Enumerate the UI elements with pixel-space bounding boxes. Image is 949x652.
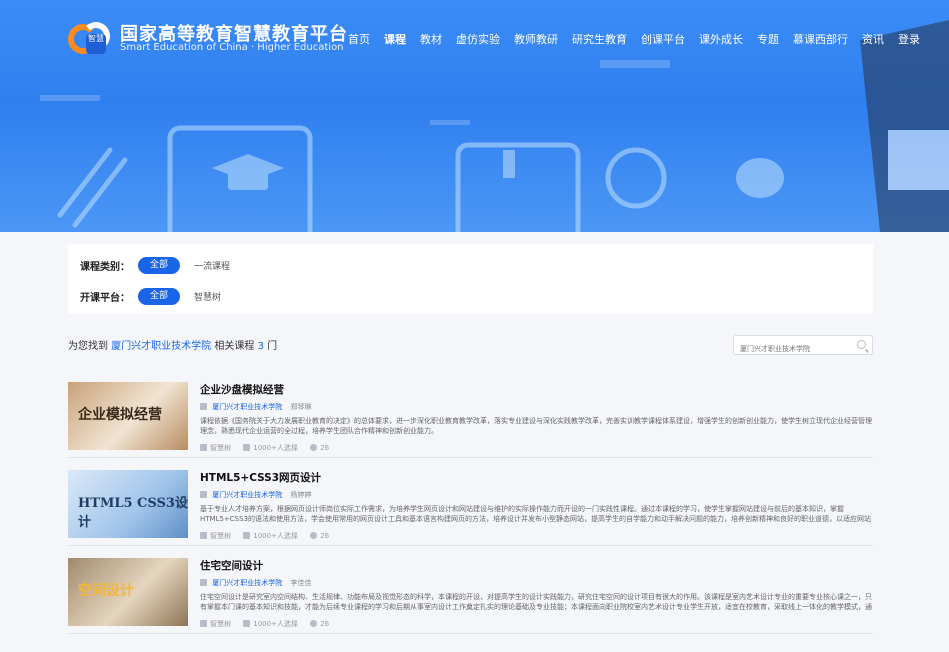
search-icon[interactable]: [857, 340, 866, 349]
platform-icon: [200, 620, 207, 627]
filter-row-category: 课程类别： 全部 一流课程: [80, 255, 230, 275]
nav-item-8[interactable]: 专题: [757, 31, 779, 47]
filter-label-platform: 开课平台：: [80, 292, 130, 304]
course-thumbnail-text: 空间设计: [78, 583, 134, 599]
nav-item-11[interactable]: 登录: [898, 31, 920, 47]
school-icon: [200, 491, 207, 498]
course-school[interactable]: 厦门兴才职业技术学院: [212, 491, 282, 499]
result-summary: 为您找到 厦门兴才职业技术学院 相关课程 3 门: [68, 337, 277, 352]
course-learners: 1000+人选择: [243, 532, 298, 540]
platform-icon: [200, 532, 207, 539]
platform-logo[interactable]: 智慧: [68, 22, 112, 56]
course-meta: 厦门兴才职业技术学院 杨婷婷: [200, 490, 873, 500]
school-icon: [200, 579, 207, 586]
course-learners: 1000+人选择: [243, 444, 298, 452]
filter-row-platform: 开课平台： 全部 智慧树: [80, 286, 221, 306]
course-search-box: [733, 335, 873, 358]
user-icon: [243, 532, 251, 539]
course-lessons: 26: [310, 532, 329, 540]
nav-item-4[interactable]: 教师教研: [514, 31, 558, 47]
hero-banner: 智慧 国家高等教育智慧教育平台 Smart Education of China…: [0, 0, 949, 232]
course-list: 企业模拟经营 企业沙盘模拟经营 厦门兴才职业技术学院 郑琴琳 课程依据《国务院关…: [68, 374, 873, 638]
course-description: 住宅空间设计是研究室内空间结构、生活规律、功能布局及视觉形态的科学，本课程的开设…: [200, 593, 872, 611]
course-platform: 智慧树: [200, 620, 231, 628]
main-nav: 首页 课程 教材 虚仿实验 教师教研 研究生教育 创课平台 课外成长 专题 慕课西部行 资讯 登录: [348, 31, 934, 47]
result-prefix: 为您找到: [68, 341, 108, 352]
course-title[interactable]: HTML5+CSS3网页设计: [200, 470, 873, 485]
nav-item-10[interactable]: 资讯: [862, 31, 884, 47]
lesson-icon: [310, 620, 318, 627]
search-input[interactable]: [734, 340, 846, 358]
course-thumbnail-text: HTML5 CSS3设计: [78, 496, 188, 530]
course-learners: 1000+人选择: [243, 620, 298, 628]
course-thumbnail-text: 企业模拟经营: [78, 407, 162, 423]
user-icon: [243, 444, 251, 451]
course-teacher: 杨婷婷: [290, 491, 312, 499]
nav-item-0[interactable]: 首页: [348, 31, 370, 47]
platform-option-zhihuishu[interactable]: 智慧树: [194, 290, 221, 303]
course-card[interactable]: HTML5 CSS3设计 HTML5+CSS3网页设计 厦门兴才职业技术学院 杨…: [68, 462, 873, 546]
course-thumbnail[interactable]: 企业模拟经营: [68, 382, 188, 450]
lesson-icon: [310, 532, 318, 539]
brand-subtitle: Smart Education of China · Higher Educat…: [120, 42, 344, 53]
course-description: 基于专业人才培养方案，根据网页设计师岗位实际工作需求，为培养学生网页设计和网站建…: [200, 505, 872, 523]
course-platform: 智慧树: [200, 532, 231, 540]
nav-item-9[interactable]: 慕课西部行: [793, 31, 848, 47]
top-navigation-bar: 智慧 国家高等教育智慧教育平台 Smart Education of China…: [0, 0, 949, 72]
course-school[interactable]: 厦门兴才职业技术学院: [212, 579, 282, 587]
lesson-icon: [310, 444, 318, 451]
course-info: 企业沙盘模拟经营 厦门兴才职业技术学院 郑琴琳 课程依据《国务院关于大力发展职业…: [200, 382, 873, 453]
course-stats: 智慧树 1000+人选择 26: [200, 531, 873, 541]
result-school-link[interactable]: 厦门兴才职业技术学院: [111, 341, 211, 352]
nav-item-7[interactable]: 课外成长: [699, 31, 743, 47]
course-thumbnail[interactable]: 空间设计: [68, 558, 188, 626]
nav-item-2[interactable]: 教材: [420, 31, 442, 47]
course-meta: 厦门兴才职业技术学院 李佳佳: [200, 578, 873, 588]
course-school[interactable]: 厦门兴才职业技术学院: [212, 403, 282, 411]
course-meta: 厦门兴才职业技术学院 郑琴琳: [200, 402, 873, 412]
course-lessons: 26: [310, 620, 329, 628]
course-thumbnail[interactable]: HTML5 CSS3设计: [68, 470, 188, 538]
nav-item-6[interactable]: 创课平台: [641, 31, 685, 47]
course-stats: 智慧树 1000+人选择 26: [200, 443, 873, 453]
course-lessons: 26: [310, 444, 329, 452]
course-teacher: 郑琴琳: [290, 403, 312, 411]
course-info: 住宅空间设计 厦门兴才职业技术学院 李佳佳 住宅空间设计是研究室内空间结构、生活…: [200, 558, 873, 629]
category-all-button[interactable]: 全部: [138, 256, 181, 274]
platform-all-button[interactable]: 全部: [138, 287, 181, 305]
result-middle: 相关课程: [214, 341, 255, 352]
course-filter-panel: 课程类别： 全部 一流课程 开课平台： 全部 智慧树: [68, 244, 873, 314]
course-description: 课程依据《国务院关于大力发展职业教育的决定》的总体要求，进一步深化职业教育教学改…: [200, 417, 872, 435]
course-platform: 智慧树: [200, 444, 231, 452]
course-title[interactable]: 企业沙盘模拟经营: [200, 382, 873, 397]
course-teacher: 李佳佳: [290, 579, 312, 587]
platform-icon: [200, 444, 207, 451]
course-title[interactable]: 住宅空间设计: [200, 558, 873, 573]
category-option-first-class[interactable]: 一流课程: [194, 259, 230, 272]
result-count: 3: [257, 341, 264, 352]
nav-item-5[interactable]: 研究生教育: [572, 31, 627, 47]
course-info: HTML5+CSS3网页设计 厦门兴才职业技术学院 杨婷婷 基于专业人才培养方案…: [200, 470, 873, 541]
user-icon: [243, 620, 251, 627]
nav-item-1[interactable]: 课程: [384, 31, 406, 47]
course-card[interactable]: 企业模拟经营 企业沙盘模拟经营 厦门兴才职业技术学院 郑琴琳 课程依据《国务院关…: [68, 374, 873, 458]
result-suffix: 门: [267, 341, 278, 352]
course-stats: 智慧树 1000+人选择 26: [200, 619, 873, 629]
school-icon: [200, 403, 207, 410]
filter-label-category: 课程类别：: [80, 261, 130, 273]
nav-item-3[interactable]: 虚仿实验: [456, 31, 500, 47]
course-card[interactable]: 空间设计 住宅空间设计 厦门兴才职业技术学院 李佳佳 住宅空间设计是研究室内空间…: [68, 550, 873, 634]
